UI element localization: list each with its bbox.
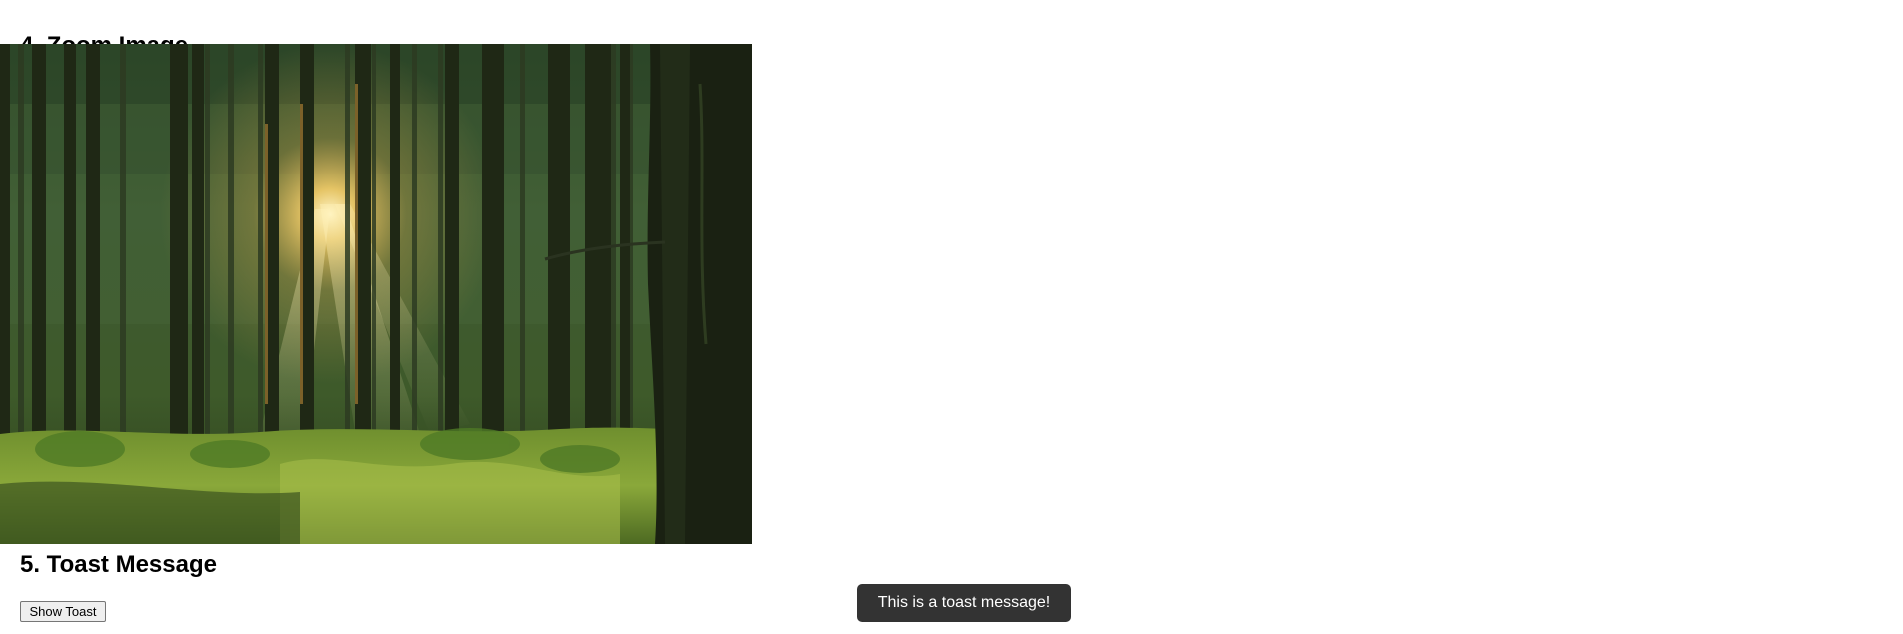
show-toast-button[interactable]: Show Toast xyxy=(20,601,106,622)
toast-message: This is a toast message! xyxy=(857,584,1071,622)
forest-picture xyxy=(0,44,752,544)
forest-image[interactable] xyxy=(0,44,752,544)
toast-message-heading: 5. Toast Message xyxy=(20,551,217,578)
page: 4. Zoom Image xyxy=(0,0,1903,634)
